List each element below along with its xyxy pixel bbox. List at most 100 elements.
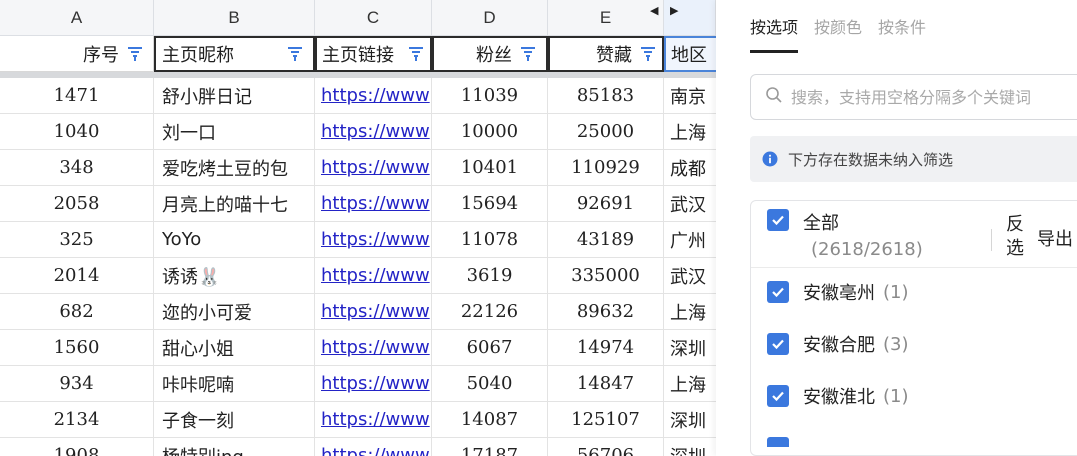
cell-fans[interactable]: 11078 [432, 222, 548, 258]
cell-link[interactable]: https://www [315, 114, 432, 150]
cell-region[interactable]: 上海 [664, 366, 716, 402]
cell-seq[interactable]: 1560 [0, 330, 154, 366]
cell-link[interactable]: https://www [315, 150, 432, 186]
cell-seq[interactable]: 325 [0, 222, 154, 258]
cell-seq[interactable]: 2134 [0, 402, 154, 438]
cell-fans[interactable]: 11039 [432, 78, 548, 114]
cell-nickname[interactable]: YoYo [154, 222, 315, 258]
cell-fans[interactable]: 15694 [432, 186, 548, 222]
table-row[interactable]: 2058 月亮上的喵十七 https://www 15694 92691 武汉 [0, 186, 716, 222]
option-item[interactable]: 安徽亳州 (1) [767, 277, 909, 307]
checkbox-checked-icon[interactable] [767, 209, 789, 231]
checkbox-checked-icon[interactable] [767, 437, 789, 447]
header-cell-favorites[interactable]: 赞藏 [548, 36, 664, 72]
cell-favorites[interactable]: 14847 [548, 366, 664, 402]
checkbox-checked-icon[interactable] [767, 385, 789, 407]
table-row[interactable]: 325 YoYo https://www 11078 43189 广州 [0, 222, 716, 258]
search-box[interactable] [750, 74, 1077, 120]
cell-link[interactable]: https://www [315, 294, 432, 330]
cell-favorites[interactable]: 89632 [548, 294, 664, 330]
filter-icon[interactable] [640, 46, 656, 62]
header-cell-fans[interactable]: 粉丝 [432, 36, 548, 72]
table-row[interactable]: 1560 甜心小姐 https://www 6067 14974 深圳 [0, 330, 716, 366]
cell-fans[interactable]: 5040 [432, 366, 548, 402]
select-all-row[interactable]: 全部 (2618/2618) 反选 导出 [767, 209, 1077, 267]
cell-region[interactable]: 上海 [664, 114, 716, 150]
cell-seq[interactable]: 682 [0, 294, 154, 330]
cell-seq[interactable]: 934 [0, 366, 154, 402]
table-row[interactable]: 1040 刘一口 https://www 10000 25000 上海 [0, 114, 716, 150]
cell-nickname[interactable]: 子食一刻 [154, 402, 315, 438]
filter-icon[interactable] [408, 46, 424, 62]
cell-nickname[interactable]: 杨特别ing [154, 438, 315, 456]
cell-seq[interactable]: 348 [0, 150, 154, 186]
cell-fans[interactable]: 10401 [432, 150, 548, 186]
cell-seq[interactable]: 1471 [0, 78, 154, 114]
filter-icon[interactable] [520, 46, 536, 62]
table-row[interactable]: 1908 杨特别inghttps://www1718756706深圳 [0, 438, 716, 456]
cell-region[interactable]: 成都 [664, 150, 716, 186]
search-input[interactable] [791, 87, 1071, 107]
column-header-d[interactable]: D [432, 0, 548, 36]
table-row[interactable]: 1471 舒小胖日记 https://www 11039 85183 南京 [0, 78, 716, 114]
cell-fans[interactable]: 3619 [432, 258, 548, 294]
column-header-e[interactable]: E [548, 0, 664, 36]
table-row[interactable]: 2134 子食一刻 https://www 14087 125107 深圳 [0, 402, 716, 438]
cell-favorites[interactable]: 125107 [548, 402, 664, 438]
cell-region[interactable]: 深圳 [664, 438, 716, 456]
cell-favorites[interactable]: 335000 [548, 258, 664, 294]
option-item[interactable]: 安徽合肥 (3) [767, 329, 909, 359]
cell-region[interactable]: 南京 [664, 78, 716, 114]
table-row[interactable]: 2014 诱诱🐰 https://www 3619 335000 武汉 [0, 258, 716, 294]
cell-region[interactable]: 武汉 [664, 186, 716, 222]
cell-nickname[interactable]: 舒小胖日记 [154, 78, 315, 114]
cell-region[interactable]: 广州 [664, 222, 716, 258]
cell-link[interactable]: https://www [315, 366, 432, 402]
checkbox-checked-icon[interactable] [767, 333, 789, 355]
cell-region[interactable]: 深圳 [664, 402, 716, 438]
filter-icon[interactable] [127, 46, 143, 62]
cell-favorites[interactable]: 43189 [548, 222, 664, 258]
column-scroll-arrows[interactable]: ◀ ▶ [650, 4, 682, 17]
column-header-b[interactable]: B [154, 0, 315, 36]
header-cell-seq[interactable]: 序号 [0, 36, 154, 72]
cell-nickname[interactable]: 甜心小姐 [154, 330, 315, 366]
cell-seq[interactable]: 2058 [0, 186, 154, 222]
option-item[interactable]: 安徽淮北 (1) [767, 381, 909, 411]
cell-link[interactable]: https://www [315, 330, 432, 366]
tab-by-option[interactable]: 按选项 [750, 14, 799, 53]
header-cell-nickname[interactable]: 主页昵称 [154, 36, 315, 72]
cell-nickname[interactable]: 爱吃烤土豆的包 [154, 150, 315, 186]
filter-icon[interactable] [287, 46, 303, 62]
cell-favorites[interactable]: 92691 [548, 186, 664, 222]
table-row[interactable]: 348 爱吃烤土豆的包 https://www 10401 110929 成都 [0, 150, 716, 186]
cell-link[interactable]: https://www [315, 402, 432, 438]
cell-nickname[interactable]: 咔咔呢喃 [154, 366, 315, 402]
cell-fans[interactable]: 22126 [432, 294, 548, 330]
table-row[interactable]: 934 咔咔呢喃 https://www 5040 14847 上海 [0, 366, 716, 402]
cell-fans[interactable]: 6067 [432, 330, 548, 366]
cell-link[interactable]: https://www [315, 186, 432, 222]
cell-nickname[interactable]: 迩的小可爱 [154, 294, 315, 330]
header-cell-region[interactable]: 地区 [664, 36, 716, 72]
cell-favorites[interactable]: 14974 [548, 330, 664, 366]
cell-nickname[interactable]: 刘一口 [154, 114, 315, 150]
column-header-a[interactable]: A [0, 0, 154, 36]
cell-fans[interactable]: 14087 [432, 402, 548, 438]
checkbox-checked-icon[interactable] [767, 281, 789, 303]
cell-favorites[interactable]: 25000 [548, 114, 664, 150]
tab-by-color[interactable]: 按颜色 [814, 14, 862, 53]
invert-selection-button[interactable]: 反选 [1003, 213, 1027, 261]
cell-link[interactable]: https://www [315, 258, 432, 294]
cell-region[interactable]: 武汉 [664, 258, 716, 294]
cell-link[interactable]: https://www [315, 222, 432, 258]
cell-favorites[interactable]: 56706 [548, 438, 664, 456]
tab-by-condition[interactable]: 按条件 [878, 14, 926, 53]
cell-link[interactable]: https://www [315, 78, 432, 114]
cell-fans[interactable]: 17187 [432, 438, 548, 456]
cell-favorites[interactable]: 85183 [548, 78, 664, 114]
cell-nickname[interactable]: 月亮上的喵十七 [154, 186, 315, 222]
cell-favorites[interactable]: 110929 [548, 150, 664, 186]
table-row[interactable]: 682 迩的小可爱 https://www 22126 89632 上海 [0, 294, 716, 330]
cell-region[interactable]: 深圳 [664, 330, 716, 366]
